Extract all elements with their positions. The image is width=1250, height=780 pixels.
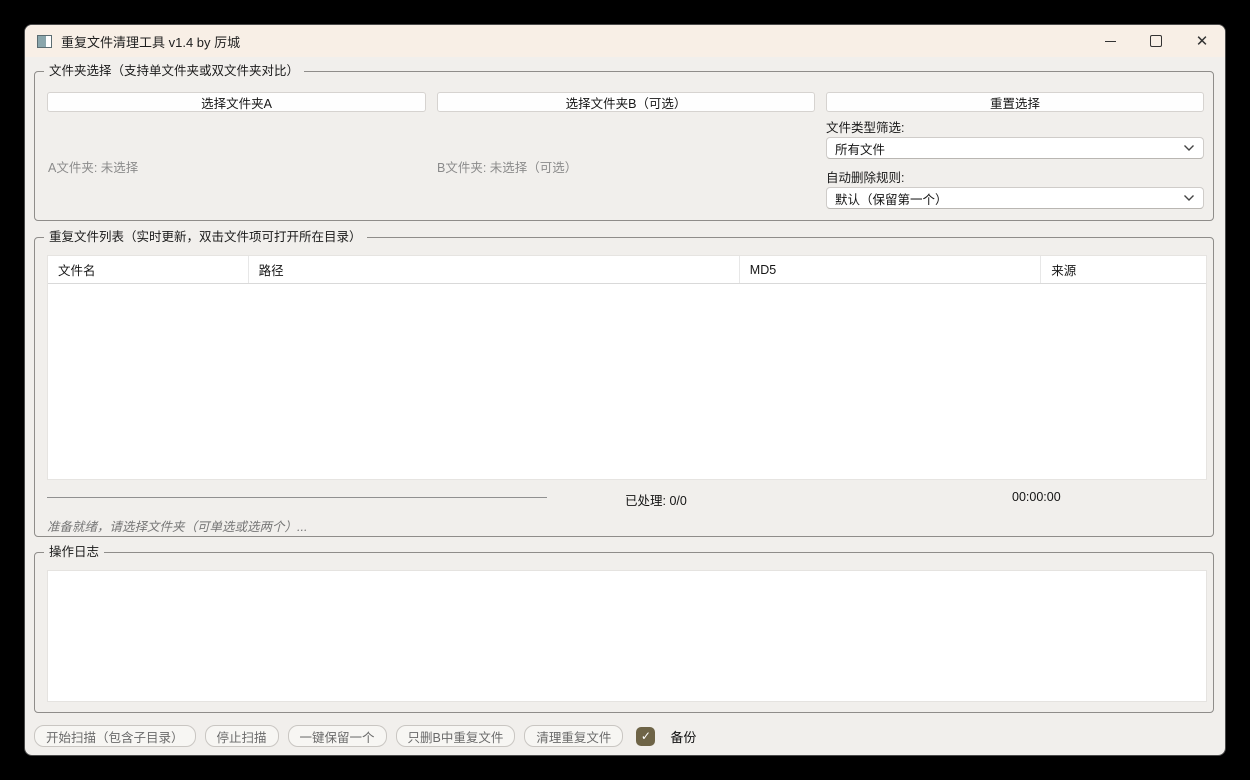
start-scan-label: 开始扫描（包含子目录） xyxy=(46,727,184,746)
stop-scan-label: 停止扫描 xyxy=(217,727,267,746)
select-folder-a-button[interactable]: 选择文件夹A xyxy=(47,92,426,112)
select-folder-a-label: 选择文件夹A xyxy=(201,93,272,112)
close-icon: ✕ xyxy=(1196,32,1209,50)
auto-delete-rule-select[interactable]: 默认（保留第一个） xyxy=(826,187,1204,209)
file-table: 文件名 路径 MD5 来源 xyxy=(47,255,1207,480)
column-header-path[interactable]: 路径 xyxy=(249,256,740,283)
duplicate-list-group: 重复文件列表（实时更新，双击文件项可打开所在目录） 文件名 路径 MD5 来源 … xyxy=(34,237,1214,537)
start-scan-button[interactable]: 开始扫描（包含子目录） xyxy=(34,725,196,747)
keep-one-button[interactable]: 一键保留一个 xyxy=(288,725,387,747)
file-list-body[interactable] xyxy=(48,284,1206,480)
delete-b-duplicates-button[interactable]: 只删B中重复文件 xyxy=(396,725,516,747)
processed-counter: 已处理: 0/0 xyxy=(625,490,687,509)
stop-scan-button[interactable]: 停止扫描 xyxy=(205,725,279,747)
check-icon: ✓ xyxy=(641,730,651,742)
file-table-header: 文件名 路径 MD5 来源 xyxy=(48,256,1206,284)
select-folder-b-label: 选择文件夹B（可选） xyxy=(566,93,687,112)
app-window: 重复文件清理工具 v1.4 by 厉城 ✕ 文件夹选择（支持单文件夹或双文件夹对… xyxy=(24,24,1226,756)
auto-delete-rule-label: 自动删除规则: xyxy=(826,167,904,186)
maximize-icon xyxy=(1150,35,1162,47)
clean-duplicates-label: 清理重复文件 xyxy=(536,727,611,746)
backup-checkbox-label: 备份 xyxy=(670,727,696,746)
folder-selection-group-title: 文件夹选择（支持单文件夹或双文件夹对比） xyxy=(44,63,304,80)
file-type-filter-value: 所有文件 xyxy=(835,139,885,158)
chevron-down-icon xyxy=(1183,194,1195,202)
folder-a-status: A文件夹: 未选择 xyxy=(48,157,138,176)
status-message: 准备就绪，请选择文件夹（可单选或选两个）... xyxy=(47,516,307,535)
maximize-button[interactable] xyxy=(1133,25,1179,57)
window-controls: ✕ xyxy=(1087,25,1225,57)
reset-selection-label: 重置选择 xyxy=(990,93,1040,112)
minimize-icon xyxy=(1105,41,1116,42)
close-button[interactable]: ✕ xyxy=(1179,25,1225,57)
column-header-source[interactable]: 来源 xyxy=(1041,256,1206,283)
elapsed-time: 00:00:00 xyxy=(1012,490,1061,504)
log-textarea[interactable] xyxy=(47,570,1207,702)
action-bar: 开始扫描（包含子目录） 停止扫描 一键保留一个 只删B中重复文件 清理重复文件 … xyxy=(34,723,696,749)
window-title: 重复文件清理工具 v1.4 by 厉城 xyxy=(61,32,240,51)
folder-b-status: B文件夹: 未选择（可选） xyxy=(437,157,577,176)
progress-bar xyxy=(47,497,547,498)
operation-log-group: 操作日志 xyxy=(34,552,1214,713)
clean-duplicates-button[interactable]: 清理重复文件 xyxy=(524,725,623,747)
reset-selection-button[interactable]: 重置选择 xyxy=(826,92,1204,112)
chevron-down-icon xyxy=(1183,144,1195,152)
operation-log-group-title: 操作日志 xyxy=(44,544,104,561)
folder-selection-group: 文件夹选择（支持单文件夹或双文件夹对比） 选择文件夹A 选择文件夹B（可选） 重… xyxy=(34,71,1214,221)
column-header-filename[interactable]: 文件名 xyxy=(48,256,249,283)
duplicate-list-group-title: 重复文件列表（实时更新，双击文件项可打开所在目录） xyxy=(44,229,367,246)
backup-checkbox[interactable]: ✓ xyxy=(636,727,655,746)
column-header-md5[interactable]: MD5 xyxy=(740,256,1041,283)
file-type-filter-label: 文件类型筛选: xyxy=(826,117,904,136)
select-folder-b-button[interactable]: 选择文件夹B（可选） xyxy=(437,92,815,112)
keep-one-label: 一键保留一个 xyxy=(300,727,375,746)
app-icon xyxy=(37,35,52,48)
auto-delete-rule-value: 默认（保留第一个） xyxy=(835,189,948,208)
file-type-filter-select[interactable]: 所有文件 xyxy=(826,137,1204,159)
title-bar[interactable]: 重复文件清理工具 v1.4 by 厉城 ✕ xyxy=(25,25,1225,57)
delete-b-duplicates-label: 只删B中重复文件 xyxy=(408,727,504,746)
minimize-button[interactable] xyxy=(1087,25,1133,57)
